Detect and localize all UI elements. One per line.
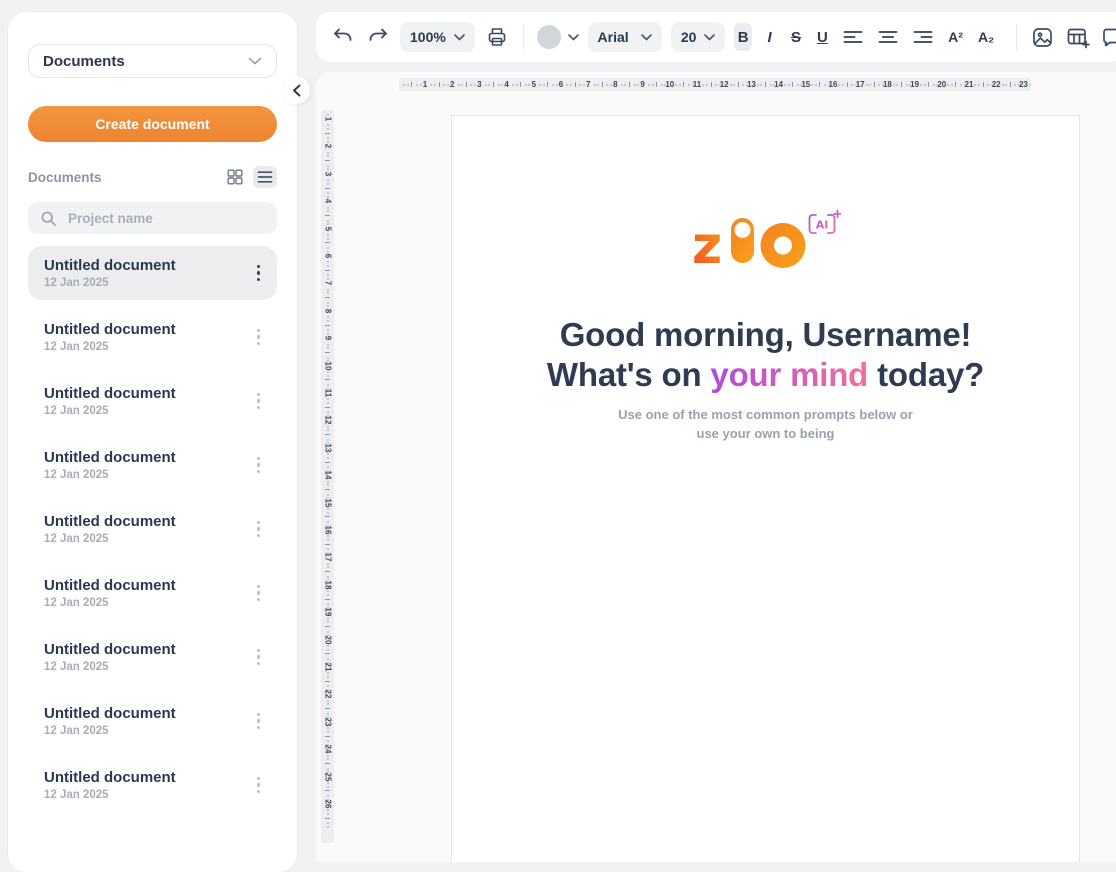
greeting-heading: Good morning, Username! What's on your m… (547, 315, 984, 395)
kebab-menu-icon[interactable] (252, 260, 265, 286)
subscript-button[interactable]: A₂ (975, 29, 997, 45)
undo-button[interactable] (330, 23, 356, 51)
greeting-highlight: your mind (710, 356, 868, 393)
subtitle-line1: Use one of the most common prompts below… (618, 405, 913, 424)
list-item[interactable]: Untitled document 12 Jan 2025 (28, 502, 277, 556)
ai-badge-label: AI (815, 219, 828, 232)
font-family-value: Arial (598, 29, 629, 45)
list-item[interactable]: Untitled document 12 Jan 2025 (28, 758, 277, 812)
documents-section-header: Documents (28, 166, 277, 188)
list-item[interactable]: Untitled document 12 Jan 2025 (28, 374, 277, 428)
align-left-icon[interactable] (840, 23, 866, 51)
search-icon (40, 210, 57, 227)
create-document-button[interactable]: Create document (28, 106, 277, 142)
subtitle-line2: use your own to being (618, 424, 913, 443)
document-title: Untitled document (44, 449, 176, 466)
document-date: 12 Jan 2025 (44, 533, 176, 545)
search-input[interactable] (66, 210, 265, 227)
kebab-menu-icon[interactable] (252, 708, 265, 734)
document-date: 12 Jan 2025 (44, 341, 176, 353)
list-view-icon[interactable] (253, 166, 277, 188)
document-title: Untitled document (44, 385, 176, 402)
zio-logo: z AI (691, 209, 841, 273)
align-right-icon[interactable] (910, 23, 936, 51)
chevron-down-icon (454, 34, 465, 41)
bold-button[interactable]: B (734, 23, 751, 51)
italic-button[interactable]: I (761, 23, 778, 51)
toolbar-divider (523, 24, 524, 50)
document-title: Untitled document (44, 641, 176, 658)
kebab-menu-icon[interactable] (252, 580, 265, 606)
kebab-menu-icon[interactable] (252, 772, 265, 798)
view-toggles (223, 166, 277, 188)
insert-table-icon[interactable] (1065, 23, 1091, 51)
list-item[interactable]: Untitled document 12 Jan 2025 (28, 438, 277, 492)
document-title: Untitled document (44, 705, 176, 722)
kebab-menu-icon[interactable] (252, 388, 265, 414)
kebab-menu-icon[interactable] (252, 452, 265, 478)
sidebar-collapse-button[interactable] (282, 76, 310, 104)
document-title: Untitled document (44, 513, 176, 530)
font-size-select[interactable]: 20 (671, 22, 726, 52)
strikethrough-button[interactable]: S (787, 23, 804, 51)
ai-badge-icon: AI (809, 211, 841, 234)
list-item[interactable]: Untitled document 12 Jan 2025 (28, 630, 277, 684)
document-date: 12 Jan 2025 (44, 405, 176, 417)
document-date: 12 Jan 2025 (44, 725, 176, 737)
text-color-swatch-icon (537, 25, 561, 49)
document-date: 12 Jan 2025 (44, 597, 176, 609)
workspace-select-value: Documents (43, 53, 125, 70)
greeting-line1: Good morning, Username! (547, 315, 984, 355)
document-date: 12 Jan 2025 (44, 789, 176, 801)
workspace-select[interactable]: Documents (28, 44, 277, 78)
redo-button[interactable] (365, 23, 391, 51)
document-title: Untitled document (44, 257, 176, 274)
grid-view-icon[interactable] (223, 166, 247, 188)
print-button[interactable] (484, 23, 510, 51)
sidebar: Documents Create document Documents Unti… (8, 12, 297, 872)
zoom-value: 100% (410, 29, 446, 45)
document-title: Untitled document (44, 577, 176, 594)
list-item[interactable]: Untitled document 12 Jan 2025 (28, 694, 277, 748)
list-item[interactable]: Untitled document 12 Jan 2025 (28, 566, 277, 620)
vertical-ruler: 1234567891011121314151617181920212223242… (321, 110, 334, 843)
logo-letter-z: z (692, 216, 722, 273)
font-size-value: 20 (681, 29, 697, 45)
document-page[interactable]: z AI Good morning, Username! What's on y… (451, 115, 1080, 862)
comments-icon[interactable] (1100, 23, 1116, 51)
documents-section-label: Documents (28, 170, 102, 185)
chevron-down-icon (704, 34, 715, 41)
search-box (28, 202, 277, 234)
kebab-menu-icon[interactable] (252, 324, 265, 350)
document-list: Untitled document12 Jan 2025Untitled doc… (28, 246, 277, 812)
editor-toolbar: 100% Arial 20 B I S U A² A₂ (316, 12, 1116, 62)
document-date: 12 Jan 2025 (44, 277, 176, 289)
align-center-icon[interactable] (875, 23, 901, 51)
document-title: Untitled document (44, 321, 176, 338)
kebab-menu-icon[interactable] (252, 644, 265, 670)
underline-button[interactable]: U (814, 23, 831, 51)
font-family-select[interactable]: Arial (588, 22, 662, 52)
horizontal-ruler: 1234567891011121314151617181920212223 (399, 78, 1031, 91)
text-color-picker[interactable] (537, 25, 579, 49)
chevron-down-icon (568, 34, 579, 41)
greeting-subtitle: Use one of the most common prompts below… (618, 405, 913, 443)
kebab-menu-icon[interactable] (252, 516, 265, 542)
toolbar-divider (1016, 24, 1017, 50)
list-item[interactable]: Untitled document 12 Jan 2025 (28, 246, 277, 300)
list-item[interactable]: Untitled document 12 Jan 2025 (28, 310, 277, 364)
superscript-button[interactable]: A² (945, 29, 966, 45)
document-title: Untitled document (44, 769, 176, 786)
document-date: 12 Jan 2025 (44, 469, 176, 481)
greeting-line2: What's on your mind today? (547, 355, 984, 395)
chevron-down-icon (248, 57, 262, 65)
zoom-select[interactable]: 100% (400, 22, 475, 52)
chevron-down-icon (641, 34, 652, 41)
insert-image-icon[interactable] (1030, 23, 1056, 51)
editor-canvas: 1234567891011121314151617181920212223 12… (316, 72, 1116, 862)
document-date: 12 Jan 2025 (44, 661, 176, 673)
